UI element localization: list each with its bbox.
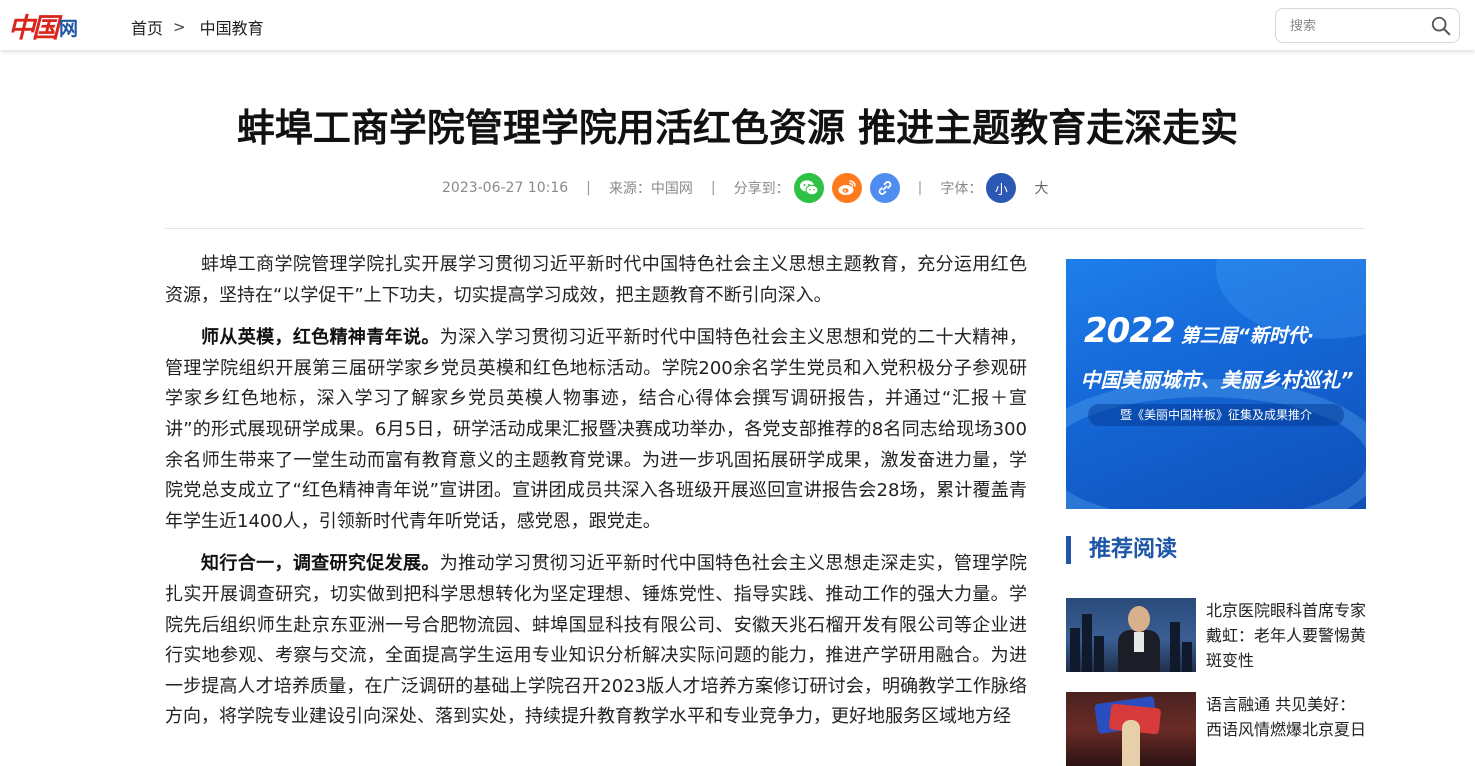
- article-paragraph: 知行合一，调查研究促发展。为推动学习贯彻习近平新时代中国特色社会主义思想走深走实…: [165, 549, 1027, 733]
- recommended-heading: 推荐阅读: [1066, 536, 1177, 564]
- portrait-image: [1118, 606, 1160, 672]
- meta-divider: |: [917, 180, 923, 196]
- font-large-button[interactable]: 大: [1034, 178, 1048, 198]
- search-box: [1275, 8, 1460, 43]
- recommended-title-link[interactable]: 北京医院眼科首席专家戴虹：老年人要警惕黄斑变性: [1206, 598, 1366, 673]
- banner-line2: 中国美丽城市、美丽乡村巡礼”: [1080, 368, 1354, 392]
- top-bar: 中国 网 首页 > 中国教育: [0, 0, 1475, 50]
- banner-line3: 暨《美丽中国样板》征集及成果推介: [1088, 404, 1344, 426]
- recommended-item[interactable]: 北京医院眼科首席专家戴虹：老年人要警惕黄斑变性: [1066, 598, 1366, 672]
- font-size-label: 字体：: [940, 181, 983, 197]
- breadcrumb-current-link[interactable]: 中国教育: [200, 15, 264, 39]
- promo-banner[interactable]: 2022 第三届“新时代· 中国美丽城市、美丽乡村巡礼” 暨《美丽中国样板》征集及…: [1066, 259, 1366, 509]
- header-divider: [165, 228, 1365, 229]
- search-input[interactable]: [1290, 17, 1430, 35]
- banner-headline: 2022 第三届“新时代·: [1084, 311, 1354, 351]
- article-paragraph: 师从英模，红色精神青年说。为深入学习贯彻习近平新时代中国特色社会主义思想和党的二…: [165, 323, 1027, 537]
- paragraph-lead: 师从英模，红色精神青年说。: [201, 327, 440, 349]
- copy-link-icon[interactable]: [869, 173, 900, 203]
- breadcrumb-separator: >: [173, 18, 186, 36]
- publish-datetime: 2023-06-27 10:16: [442, 180, 569, 196]
- recommended-thumbnail[interactable]: [1066, 692, 1196, 766]
- meta-divider: |: [586, 180, 591, 196]
- banner-line1: 第三届“新时代·: [1180, 325, 1315, 347]
- share-label: 分享到：: [733, 181, 790, 197]
- recommended-title-link[interactable]: 语言融通 共见美好：西语风情燃爆北京夏日: [1206, 692, 1366, 742]
- search-icon[interactable]: [1430, 15, 1452, 37]
- paragraph-lead: 知行合一，调查研究促发展。: [201, 553, 440, 575]
- weibo-share-icon[interactable]: [831, 173, 862, 203]
- breadcrumb-home-link[interactable]: 首页: [131, 15, 163, 39]
- logo-text-wang: 网: [59, 17, 79, 40]
- banner-year: 2022: [1084, 311, 1176, 351]
- article-source: 来源：中国网: [608, 181, 693, 197]
- meta-divider: |: [710, 180, 716, 196]
- recommended-thumbnail[interactable]: [1066, 598, 1196, 672]
- wechat-share-icon[interactable]: [793, 173, 824, 203]
- recommended-item[interactable]: 语言融通 共见美好：西语风情燃爆北京夏日: [1066, 692, 1366, 766]
- site-logo[interactable]: 中国 网: [8, 4, 84, 46]
- article-body: 蚌埠工商学院管理学院扎实开展学习贯彻习近平新时代中国特色社会主义思想主题教育，充…: [165, 250, 1027, 745]
- font-small-button[interactable]: 小: [986, 173, 1017, 203]
- paragraph-text: 为深入学习贯彻习近平新时代中国特色社会主义思想和党的二十大精神，管理学院组织开展…: [165, 327, 1028, 532]
- paragraph-text: 蚌埠工商学院管理学院扎实开展学习贯彻习近平新时代中国特色社会主义思想主题教育，充…: [165, 254, 1027, 306]
- article-title: 蚌埠工商学院管理学院用活红色资源 推进主题教育走深走实: [236, 106, 1239, 150]
- logo-text-zhongguo: 中国: [8, 12, 59, 44]
- banner-decoration: [1066, 379, 1366, 509]
- breadcrumb: 首页 > 中国教育: [131, 15, 264, 39]
- article-paragraph: 蚌埠工商学院管理学院扎实开展学习贯彻习近平新时代中国特色社会主义思想主题教育，充…: [165, 250, 1027, 311]
- article-meta: 2023-06-27 10:16 | 来源：中国网 | 分享到： | 字体： 小: [442, 170, 1048, 206]
- paragraph-text: 为推动学习贯彻习近平新时代中国特色社会主义思想走深走实，管理学院扎实开展调查研究…: [165, 553, 1028, 728]
